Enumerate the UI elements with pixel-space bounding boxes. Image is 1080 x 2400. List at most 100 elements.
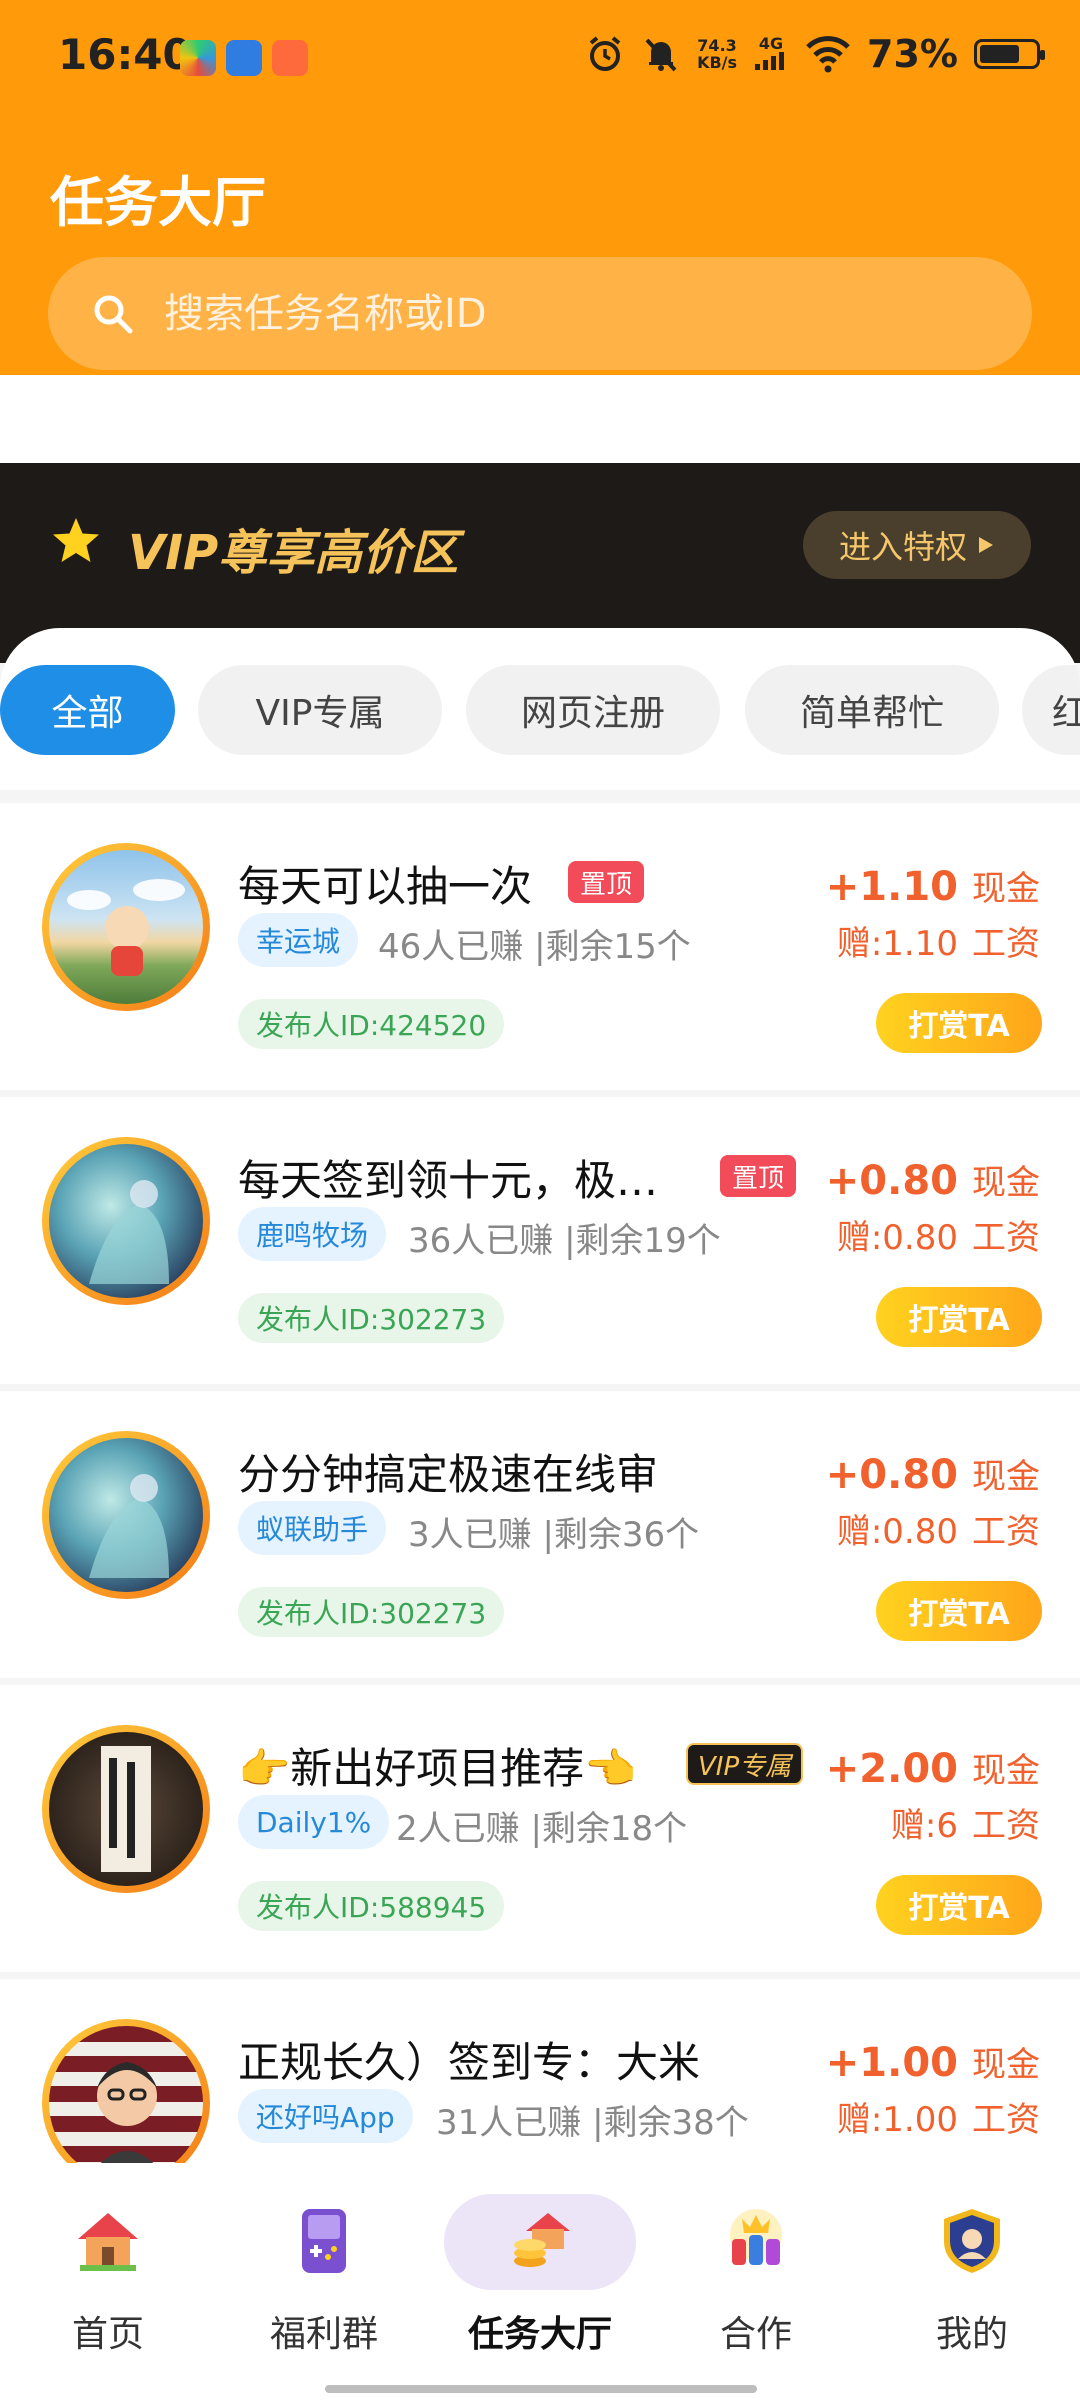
task-reward: +0.80 现金 赠:0.80 工资 [826,1155,1040,1259]
pinned-badge: 置顶 [720,1155,797,1197]
bonus-unit: 工资 [972,1806,1040,1846]
battery-level [980,45,1019,63]
header: 16:40 74.3 KB/s 4G 73% 任务大厅 搜索任务名称或ID [0,0,1080,405]
nav-cooperation[interactable]: 合作 [666,2199,846,2369]
vip-zone-title: VIP尊享高价区 [128,525,459,581]
home-indicator[interactable] [325,2385,757,2393]
task-earned-count: 3人已赚 [408,1515,532,1555]
publisher-id: 发布人ID:302273 [238,1293,505,1343]
reward-unit: 现金 [972,1751,1040,1791]
game-notification-icon [272,40,308,76]
vip-exclusive-badge: VIP专属 [686,1743,804,1785]
cell-signal-icon [755,52,785,70]
house-icon [78,2213,138,2271]
avatar-image [49,2026,203,2163]
nav-welfare-group[interactable]: 福利群 [234,2199,414,2369]
task-remaining: |剩余36个 [542,1515,700,1555]
nav-task-hall[interactable]: 任务大厅 [450,2199,630,2369]
bonus-unit: 工资 [972,1218,1040,1258]
task-title: 分分钟搞定极速在线审 [238,1450,659,1499]
task-reward: +1.10 现金 赠:1.10 工资 [826,861,1040,965]
mute-bell-icon [645,38,677,72]
task-app-chip: Daily1% [238,1795,390,1849]
search-icon [94,295,133,333]
message-notification-icon [226,40,262,76]
task-title: 正规长久）签到专：大米 [238,2038,701,2087]
status-right: 74.3 KB/s 4G 73% [585,32,1045,76]
alarm-icon [589,36,621,71]
task-card[interactable]: 👉新出好项目推荐👈 VIP专属 Daily1% 2人已赚 |剩余18个 发布人I… [0,1685,1080,1972]
shield-avatar-icon [944,2209,1000,2273]
reward-amount: +2.00 [825,1746,958,1792]
crowd-icon [730,2209,782,2265]
category-strip-partial [0,375,1080,463]
bonus-amount: 赠:6 [890,1806,958,1846]
nav-cooperation-label: 合作 [719,2314,792,2355]
avatar-image [49,850,203,1004]
enter-privilege-button[interactable]: 进入特权 [803,511,1031,579]
search-bar[interactable] [48,257,1032,370]
tip-button[interactable]: 打赏TA [876,1287,1042,1347]
task-remaining: |剩余38个 [592,2103,749,2143]
bonus-unit: 工资 [972,1512,1040,1552]
task-stats: 46人已赚 |剩余15个 [378,919,691,968]
status-bar: 16:40 74.3 KB/s 4G 73% [0,0,1080,118]
star-icon [53,518,99,562]
task-app-chip: 蚁联助手 [238,1501,387,1555]
task-card[interactable]: 分分钟搞定极速在线审 蚁联助手 3人已赚 |剩余36个 发布人ID:302273… [0,1391,1080,1678]
task-card[interactable]: 每天签到领十元，极… 置顶 鹿鸣牧场 36人已赚 |剩余19个 发布人ID:30… [0,1097,1080,1384]
task-avatar [42,1137,210,1305]
task-title: 每天可以抽一次 [238,862,533,911]
task-app-chip: 还好吗App [238,2089,413,2143]
task-reward: +2.00 现金 赠:6 工资 [826,1743,1040,1847]
bonus-amount: 赠:0.80 [836,1218,958,1258]
avatar-image [49,1732,203,1886]
hidden-category-row [0,375,1080,419]
task-avatar [42,1431,210,1599]
tip-button[interactable]: 打赏TA [876,993,1042,1053]
app-notification-icon [180,40,216,76]
nav-mine-label: 我的 [935,2314,1008,2355]
tip-button[interactable]: 打赏TA [876,1581,1042,1641]
tab-web-register[interactable]: 网页注册 [466,665,720,755]
nav-home[interactable]: 首页 [18,2199,198,2369]
task-reward: +1.00 现金 赠:1.00 工资 [826,2037,1040,2141]
publisher-id: 发布人ID:302273 [238,1587,505,1637]
tip-button[interactable]: 打赏TA [876,1875,1042,1935]
reward-amount: +0.80 [825,1452,958,1498]
bottom-nav: 首页 福利群 任务大厅 合作 我的 [0,2163,1080,2400]
task-card[interactable]: 正规长久）签到专：大米 还好吗App 31人已赚 |剩余38个 +1.00 现金 … [0,1979,1080,2163]
task-stats: 36人已赚 |剩余19个 [408,1213,721,1262]
task-stats: 2人已赚 |剩余18个 [396,1801,687,1850]
task-avatar [42,843,210,1011]
task-avatar [42,2019,210,2163]
task-avatar [42,1725,210,1893]
tab-all[interactable]: 全部 [0,665,175,755]
reward-unit: 现金 [972,1457,1040,1497]
filter-tabs: 全部 VIP专属 网页注册 简单帮忙 红 [0,628,1080,790]
nav-mine[interactable]: 我的 [882,2199,1062,2369]
signal-indicator: 4G [753,35,789,73]
search-input[interactable] [164,290,864,337]
publisher-id: 发布人ID:424520 [238,999,505,1049]
bonus-amount: 赠:0.80 [836,1512,958,1552]
avatar-image [49,1438,203,1592]
tab-more[interactable]: 红 [1022,665,1080,755]
network-speed: 74.3 KB/s [697,36,738,72]
battery-percent: 73% [867,32,958,76]
task-list: 每天可以抽一次 置顶 幸运城 46人已赚 |剩余15个 发布人ID:424520… [0,803,1080,2163]
task-remaining: |剩余18个 [530,1809,688,1849]
battery-icon [974,39,1045,69]
reward-unit: 现金 [972,2045,1040,2085]
enter-privilege-label: 进入特权 [838,528,967,566]
task-earned-count: 31人已赚 [436,2103,582,2143]
task-remaining: |剩余19个 [564,1221,721,1261]
reward-amount: +1.00 [825,2040,958,2086]
gameboy-icon [302,2209,346,2273]
task-remaining: |剩余15个 [534,927,691,967]
bonus-amount: 赠:1.10 [836,924,958,964]
tab-simple-help[interactable]: 简单帮忙 [745,665,999,755]
reward-amount: +0.80 [825,1158,958,1204]
tab-vip-exclusive[interactable]: VIP专属 [198,665,442,755]
task-card[interactable]: 每天可以抽一次 置顶 幸运城 46人已赚 |剩余15个 发布人ID:424520… [0,803,1080,1090]
